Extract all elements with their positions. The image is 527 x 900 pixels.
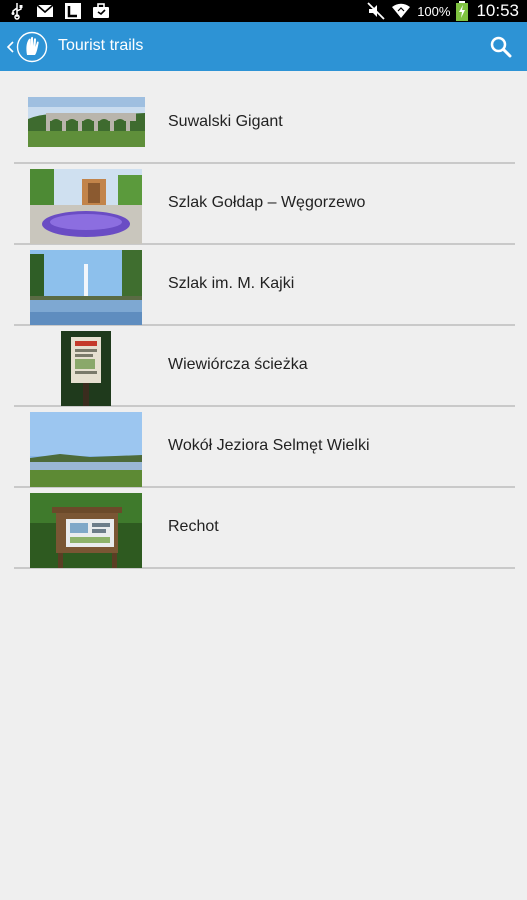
mute-icon: [367, 2, 385, 20]
trail-name: Wokół Jeziora Selmęt Wielki: [168, 437, 370, 454]
viaduct-photo: [28, 97, 145, 147]
battery-charging-icon: [456, 1, 469, 21]
trail-item[interactable]: Wokół Jeziora Selmęt Wielki: [14, 407, 515, 488]
briefcase-icon: [93, 3, 109, 18]
trail-name: Suwalski Gigant: [168, 113, 283, 130]
trails-list: Suwalski Gigant Szlak Gołdap – Węgorzewo…: [14, 83, 515, 569]
system-indicators: 100% 10:53: [367, 1, 519, 21]
flower-bed-photo: [30, 169, 142, 244]
forest-board-photo: [30, 493, 142, 568]
clock: 10:53: [476, 1, 519, 20]
trail-name: Rechot: [168, 518, 219, 535]
app-l-icon: [65, 3, 81, 19]
trail-item[interactable]: Szlak Gołdap – Węgorzewo: [14, 164, 515, 245]
trail-name: Szlak Gołdap – Węgorzewo: [168, 194, 366, 211]
lake-shore-photo: [30, 412, 142, 487]
gmail-icon: [36, 4, 54, 17]
notification-icons: [8, 2, 110, 20]
trail-item[interactable]: Rechot: [14, 488, 515, 569]
trail-item[interactable]: Suwalski Gigant: [14, 83, 515, 164]
trail-name: Szlak im. M. Kajki: [168, 275, 295, 292]
trail-item[interactable]: Szlak im. M. Kajki: [14, 245, 515, 326]
action-bar: Tourist trails: [0, 22, 527, 71]
battery-percent: 100%: [417, 3, 451, 19]
page-title: Tourist trails: [58, 37, 144, 54]
search-icon[interactable]: [489, 35, 513, 59]
wifi-icon: [392, 3, 411, 18]
status-bar: 100% 10:53: [0, 0, 527, 22]
lake-fountain-photo: [30, 250, 142, 325]
trail-item[interactable]: Wiewiórcza ścieżka: [14, 326, 515, 407]
info-board-photo: [61, 331, 111, 406]
app-logo-icon[interactable]: [16, 31, 48, 63]
trail-name: Wiewiórcza ścieżka: [168, 356, 308, 373]
usb-icon: [11, 3, 23, 20]
